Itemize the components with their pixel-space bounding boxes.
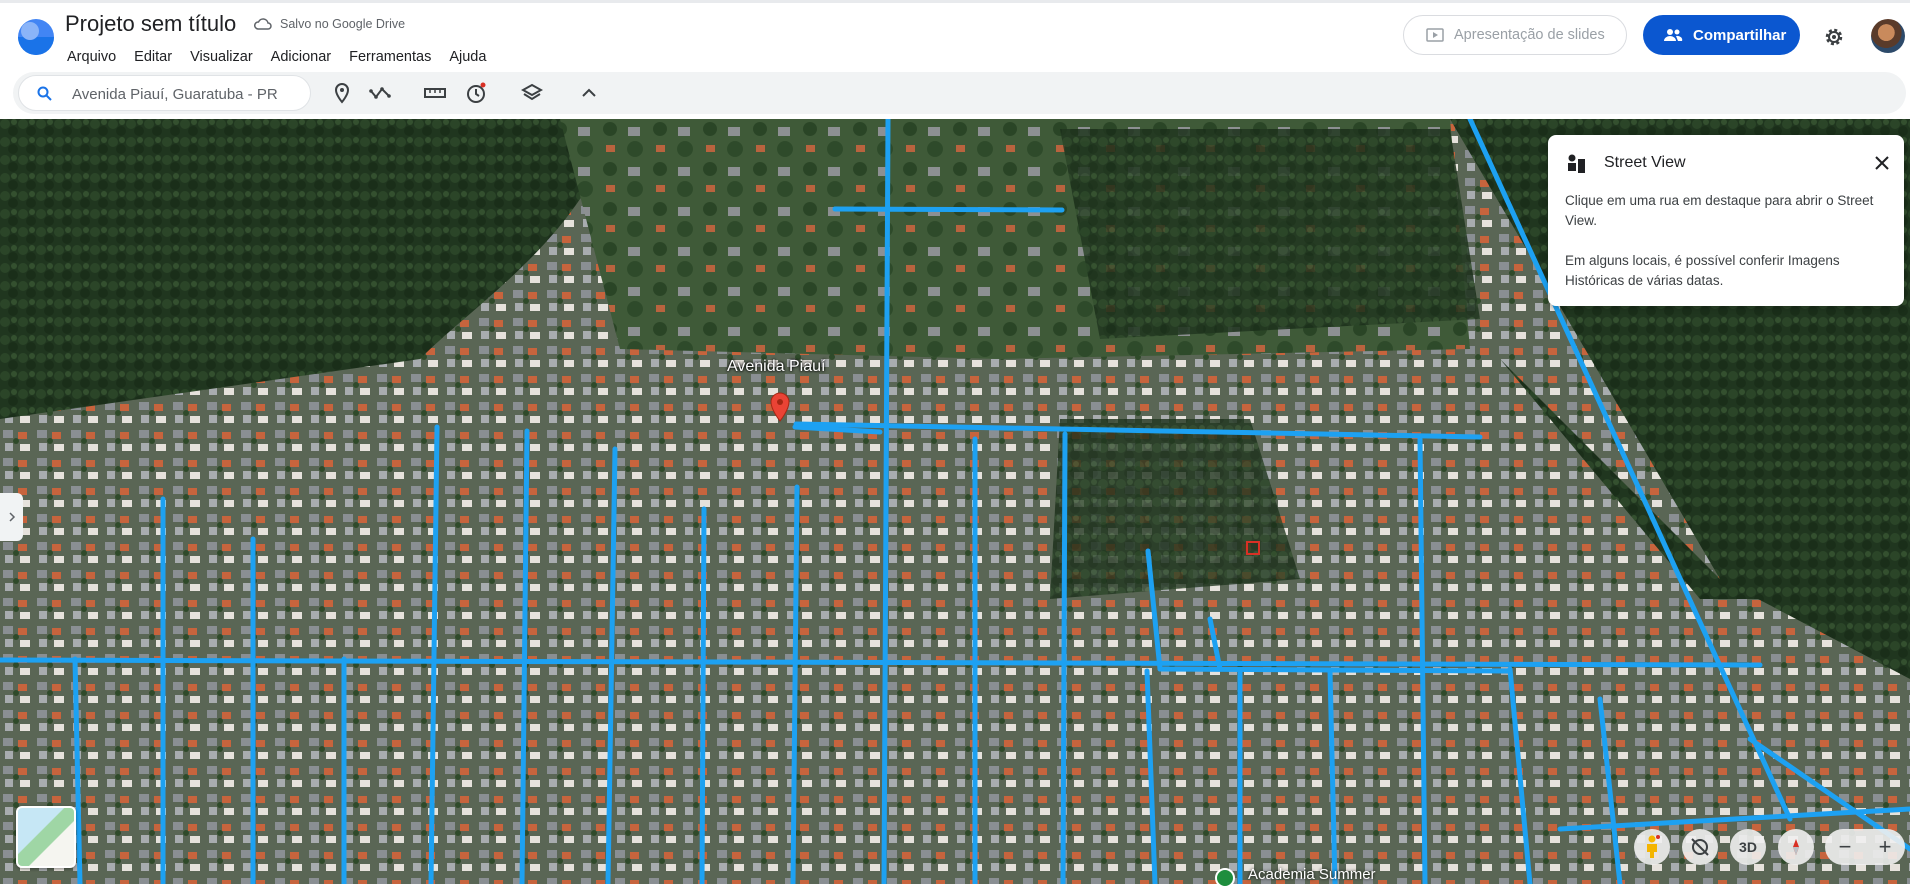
- street-view-panel: Street View Clique em uma rua em destaqu…: [1548, 135, 1904, 306]
- poi-icon[interactable]: [1215, 868, 1235, 888]
- compass-icon: [1793, 839, 1799, 855]
- draw-path-icon[interactable]: [369, 82, 391, 104]
- search-box[interactable]: [18, 75, 311, 111]
- earth-logo-icon[interactable]: [17, 18, 55, 56]
- three-d-button[interactable]: 3D: [1730, 829, 1766, 865]
- add-placemark-icon[interactable]: [331, 82, 353, 104]
- compass-button[interactable]: [1778, 829, 1814, 865]
- street-view-title: Street View: [1604, 154, 1686, 171]
- pegman-icon: [1647, 835, 1660, 858]
- menu-adicionar[interactable]: Adicionar: [262, 49, 340, 65]
- rotate-disabled-icon: [1691, 838, 1709, 856]
- slideshow-icon: [1426, 28, 1444, 42]
- zoom-controls: − +: [1825, 829, 1905, 865]
- side-panel-handle[interactable]: [0, 493, 23, 541]
- zoom-out-button[interactable]: −: [1839, 834, 1852, 860]
- menu-ferramentas[interactable]: Ferramentas: [340, 49, 440, 65]
- cloud-saved-icon: [254, 18, 272, 30]
- saved-status: Salvo no Google Drive: [280, 17, 406, 31]
- menu-visualizar[interactable]: Visualizar: [181, 49, 262, 65]
- collapse-chevron-up-icon[interactable]: [578, 82, 600, 104]
- header: Projeto sem título Salvo no Google Drive…: [0, 3, 1910, 71]
- menu-arquivo[interactable]: Arquivo: [58, 49, 125, 65]
- rotate-reset-button[interactable]: [1682, 829, 1718, 865]
- share-label: Compartilhar: [1693, 26, 1787, 44]
- selected-marker: [1246, 541, 1260, 555]
- toolbar: [13, 72, 1906, 114]
- slideshow-label: Apresentação de slides: [1454, 27, 1605, 43]
- project-title[interactable]: Projeto sem título: [65, 11, 236, 37]
- people-icon: [1664, 29, 1683, 41]
- street-view-pegman-icon: [1568, 154, 1585, 173]
- street-view-text-1: Clique em uma rua em destaque para abrir…: [1565, 193, 1874, 228]
- menu-bar: Arquivo Editar Visualizar Adicionar Ferr…: [58, 49, 495, 65]
- ruler-icon[interactable]: [424, 82, 446, 104]
- historical-imagery-icon[interactable]: [465, 82, 487, 104]
- location-pin-icon[interactable]: [770, 392, 790, 422]
- chevron-right-icon: [8, 512, 15, 522]
- menu-editar[interactable]: Editar: [125, 49, 181, 65]
- close-icon[interactable]: [1872, 153, 1892, 173]
- minimap-thumbnail[interactable]: [16, 806, 76, 868]
- search-input[interactable]: [72, 83, 297, 105]
- zoom-in-button[interactable]: +: [1879, 834, 1892, 860]
- search-icon: [37, 86, 52, 101]
- layers-icon[interactable]: [521, 82, 543, 104]
- pegman-button[interactable]: [1634, 829, 1670, 865]
- poi-label[interactable]: Academia Summer: [1248, 866, 1376, 883]
- slideshow-button[interactable]: Apresentação de slides: [1403, 15, 1627, 55]
- share-button[interactable]: Compartilhar: [1643, 15, 1800, 55]
- user-avatar[interactable]: [1871, 19, 1905, 53]
- settings-gear-icon[interactable]: [1822, 25, 1846, 49]
- menu-ajuda[interactable]: Ajuda: [440, 49, 495, 65]
- street-view-text-2: Em alguns locais, é possível conferir Im…: [1565, 253, 1840, 288]
- pin-label: Avenida Piauí: [727, 358, 826, 375]
